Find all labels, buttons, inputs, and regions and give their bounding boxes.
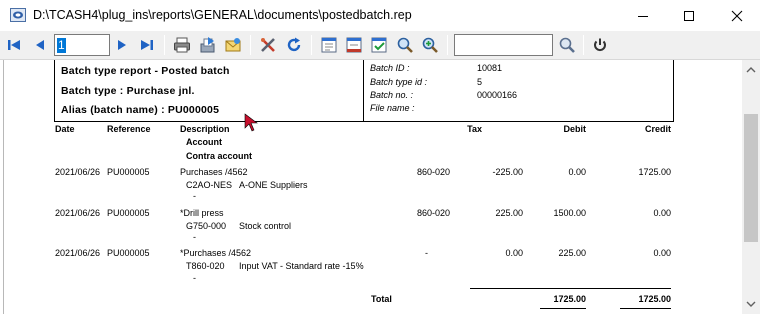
zoom-icon[interactable] <box>394 34 416 56</box>
app-icon <box>10 8 26 22</box>
file-name-label: File name : <box>370 103 415 113</box>
row-2-tax: 225.00 <box>495 208 523 218</box>
report-title: Batch type report - Posted batch <box>61 65 230 77</box>
toolbar-separator <box>447 35 448 55</box>
row-1-credit: 1725.00 <box>638 167 671 177</box>
zoom-in-icon[interactable] <box>419 34 441 56</box>
row-3-debit: 225.00 <box>558 248 586 258</box>
column-header-description: Description <box>180 124 230 134</box>
title-bar: D:\TCASH4\plug_ins\reports\GENERAL\docum… <box>0 0 760 31</box>
page-layout-icon[interactable] <box>318 34 340 56</box>
email-icon[interactable] <box>222 34 244 56</box>
close-button[interactable] <box>714 0 760 31</box>
row-2-reference: PU000005 <box>107 208 150 218</box>
total-credit-underline <box>620 308 671 309</box>
batch-type-id-value: 5 <box>477 77 483 87</box>
window-title: D:\TCASH4\plug_ins\reports\GENERAL\docum… <box>33 8 412 22</box>
batch-no-value: 00000166 <box>477 90 518 100</box>
row-3-reference: PU000005 <box>107 248 150 258</box>
row-3-account-code: T860-020 <box>186 261 225 271</box>
column-header-reference: Reference <box>107 124 151 134</box>
toolbar: 1 <box>0 31 760 60</box>
page-border <box>3 60 4 314</box>
toolbar-separator <box>250 35 251 55</box>
batch-type-line: Batch type : Purchase jnl. <box>61 85 195 97</box>
minimize-button[interactable] <box>620 0 666 31</box>
search-icon[interactable] <box>556 34 578 56</box>
column-header-credit: Credit <box>644 124 671 134</box>
batch-type-id-label: Batch type id : <box>370 77 428 87</box>
row-1-tax-code: 860-020 <box>417 167 451 177</box>
row-2-debit: 1500.00 <box>553 208 586 218</box>
vertical-scrollbar[interactable] <box>742 60 760 314</box>
row-2-contra: - <box>193 232 196 242</box>
row-1-account-code: C2AO-NES <box>186 180 233 190</box>
header-footer-icon[interactable] <box>343 34 365 56</box>
row-1-account-name: A-ONE Suppliers <box>239 180 308 190</box>
toolbar-separator <box>311 35 312 55</box>
total-label: Total <box>371 294 392 304</box>
scrollbar-thumb[interactable] <box>744 114 758 242</box>
scroll-up-arrow[interactable] <box>746 64 756 74</box>
row-3-contra: - <box>193 273 196 283</box>
column-header-date: Date <box>55 124 75 134</box>
report-header-divider <box>363 60 364 122</box>
row-1-contra: - <box>193 191 196 201</box>
row-1-description: Purchases /4562 <box>180 167 248 177</box>
row-1-reference: PU000005 <box>107 167 150 177</box>
row-2-description: *Drill press <box>180 208 224 218</box>
refresh-icon[interactable] <box>283 34 305 56</box>
next-page-button[interactable] <box>111 34 133 56</box>
search-input[interactable] <box>454 34 553 56</box>
first-page-button[interactable] <box>3 34 25 56</box>
column-header-tax: Tax <box>467 124 482 134</box>
toolbar-separator <box>583 35 584 55</box>
export-icon[interactable] <box>197 34 219 56</box>
print-icon[interactable] <box>171 34 193 56</box>
row-2-account-code: G750-000 <box>186 221 227 231</box>
row-3-date: 2021/06/26 <box>55 248 101 258</box>
scroll-down-arrow[interactable] <box>746 298 756 308</box>
row-3-tax-code: - <box>425 248 428 258</box>
total-debit-underline <box>540 308 586 309</box>
page-number-value: 1 <box>57 37 66 53</box>
total-credit: 1725.00 <box>638 294 671 304</box>
row-1-debit: 0.00 <box>568 167 586 177</box>
previous-page-button[interactable] <box>29 34 51 56</box>
power-icon[interactable] <box>589 34 611 56</box>
column-header-debit: Debit <box>563 124 587 134</box>
row-1-tax: -225.00 <box>492 167 523 177</box>
row-3-tax: 0.00 <box>505 248 523 258</box>
row-1-date: 2021/06/26 <box>55 167 101 177</box>
row-3-account-name: Input VAT - Standard rate -15% <box>239 261 364 271</box>
settings-tools-icon[interactable] <box>257 34 279 56</box>
page-number-input[interactable]: 1 <box>54 34 110 56</box>
maximize-button[interactable] <box>666 0 712 31</box>
check-page-icon[interactable] <box>368 34 390 56</box>
row-2-tax-code: 860-020 <box>417 208 451 218</box>
column-header-account: Account <box>186 137 222 147</box>
batch-alias-line: Alias (batch name) : PU000005 <box>61 104 220 116</box>
row-2-account-name: Stock control <box>239 221 292 231</box>
batch-no-label: Batch no. : <box>370 90 414 100</box>
row-2-credit: 0.00 <box>653 208 671 218</box>
batch-id-value: 10081 <box>477 63 503 73</box>
row-3-description: *Purchases /4562 <box>180 248 252 258</box>
row-2-date: 2021/06/26 <box>55 208 101 218</box>
total-rule <box>470 288 671 289</box>
last-page-button[interactable] <box>136 34 158 56</box>
row-3-credit: 0.00 <box>653 248 671 258</box>
batch-id-label: Batch ID : <box>370 63 410 73</box>
toolbar-separator <box>164 35 165 55</box>
total-debit: 1725.00 <box>553 294 586 304</box>
column-header-contra-account: Contra account <box>186 151 253 161</box>
report-viewport: Batch type report - Posted batch Batch t… <box>0 60 742 314</box>
mouse-cursor <box>244 113 260 136</box>
